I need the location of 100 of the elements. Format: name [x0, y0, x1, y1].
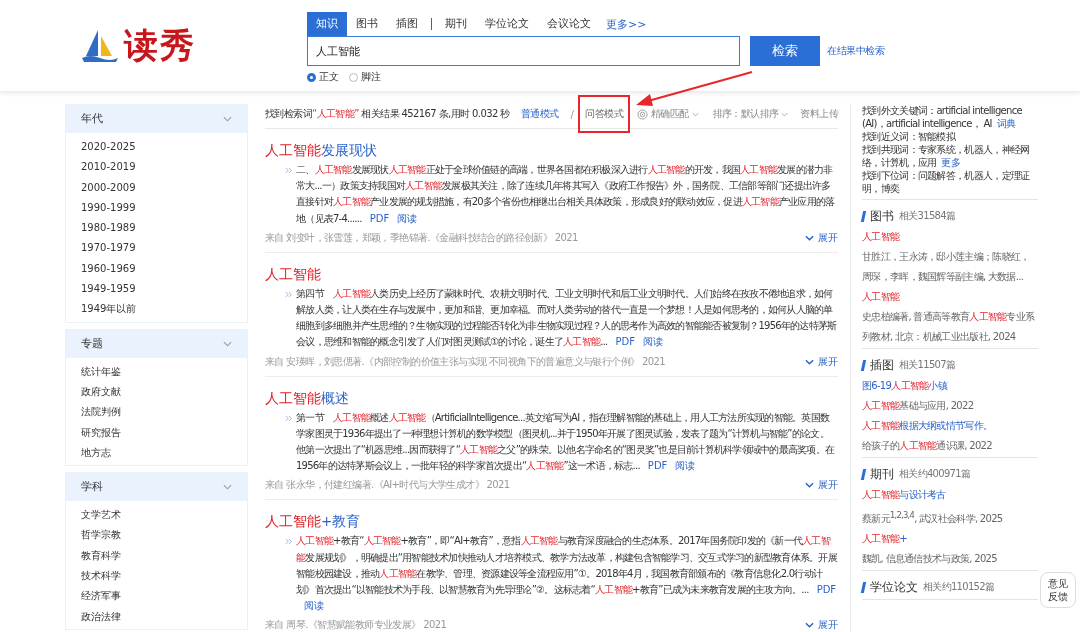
double-chevron-icon: [285, 414, 293, 422]
filter-item[interactable]: 政治法律: [81, 606, 121, 627]
result-snippet: 第四节 人工智能人类历史上经历了蒙昧时代、农耕文明时代、工业文明时代和后工业文明时代。人们始终在孜孜不倦地追求，如何解放人类，让人类在生存与发展中，更加和谐、更加幸福。而对人类劳动的替代一直是一个梦想！人是如何思考的，如何从人脑的单细胞到多细胞并产生思维的？生物实现的过程能否转化为非生物实现过程？人的思考作为高效的智能能否被复制？1956年的达特茅斯会议，思维和智能的概念引发了人们对图灵测试①的讨论，诞生了人工智能... PDF 阅读: [296, 286, 838, 350]
expand-link[interactable]: 展开: [805, 478, 838, 493]
more-link[interactable]: 更多>>: [606, 16, 647, 32]
filter-item[interactable]: 经济军事: [81, 586, 121, 607]
result-source: 来自 张永华，付建红编著.《AI+时代与大学生成才》 2021: [265, 478, 510, 493]
chevron-down-icon: [805, 482, 814, 489]
feedback-button[interactable]: 意见反馈: [1040, 572, 1076, 608]
search-tab[interactable]: 会议论文: [538, 12, 600, 36]
filter-item[interactable]: 地方志: [81, 442, 111, 464]
double-chevron-icon: [285, 167, 293, 174]
search-tab[interactable]: 插图: [387, 12, 427, 36]
entry-meta: 人工智能基础与应用, 2022: [862, 399, 975, 413]
section-title[interactable]: 学位论文: [870, 578, 918, 596]
result-source: 来自 周琴.《智慧赋能教师专业发展》 2021: [265, 618, 447, 632]
filter-title: 年代: [81, 112, 103, 126]
filter-item[interactable]: 2020-2025: [81, 137, 136, 158]
filter-item[interactable]: 教育科学: [81, 545, 121, 567]
search-tab[interactable]: 期刊: [436, 12, 476, 36]
chevron-down-icon[interactable]: [781, 111, 789, 117]
filter-item[interactable]: 法院判例: [81, 402, 121, 423]
result-link[interactable]: 阅读: [304, 600, 324, 612]
entry-title[interactable]: 人工智能: [862, 287, 1038, 307]
result-link[interactable]: 阅读: [675, 460, 696, 472]
result-link[interactable]: 阅读: [397, 212, 418, 224]
result-snippet: 第一节 人工智能概述人工智能（ArtificialIntelligence...英文缩写为AI，指在理解智能的基础上，用人工方法所实现的智能。英国数学家图灵于1936年提出了一种理想计算机的数学模型（图灵机...并于1950年开展了图灵试验，发表了题为“计算机与智能”的论文。他第一次提出了“机器思维...因而获得了“人工智能之父”的殊荣。以他名字命名的“图灵奖”也是目前计算机科学领域中的最高奖项。在1956年的达特茅斯会议上，一批年轻的科学家首次提出“人工智能”这一术语，标志... PDF 阅读: [296, 410, 836, 474]
search-tab[interactable]: 图书: [347, 12, 387, 36]
filter-item[interactable]: 1949-1959: [81, 279, 136, 300]
filter-item[interactable]: 2010-2019: [81, 157, 136, 178]
result-title[interactable]: 人工智能+教育: [265, 511, 838, 532]
result-link[interactable]: PDF: [647, 460, 668, 472]
filter-item[interactable]: 1970-1979: [81, 238, 136, 259]
result-source: 来自 刘变叶，张雪莲，郑颖，季艳锦著.《金融科技结合的路径创新》 2021: [265, 230, 578, 245]
filter-item[interactable]: 2000-2009: [81, 177, 136, 198]
chevron-down-icon[interactable]: [223, 340, 232, 347]
filter-title: 专题: [81, 336, 103, 351]
match-dropdown[interactable]: 精确匹配: [650, 107, 689, 121]
filter-header[interactable]: 专题: [66, 329, 247, 358]
result-link[interactable]: PDF: [369, 212, 390, 224]
entry-title[interactable]: 人工智能根据大纲或情节写作。: [862, 416, 1038, 436]
chevron-down-icon[interactable]: [223, 484, 232, 491]
search-tab[interactable]: 学位论文: [476, 12, 538, 36]
entry-title[interactable]: 人工智能与设计考古: [862, 485, 1038, 505]
section-marker-icon: [860, 581, 867, 593]
filter-item[interactable]: 哲学宗教: [81, 525, 121, 546]
section-title[interactable]: 图书: [870, 207, 894, 225]
target-icon: [636, 108, 648, 120]
logo-text: 读秀: [124, 25, 196, 66]
related-terms-text: 找到下位词：问题解答，机器人，定理证明，博奕: [862, 169, 1031, 195]
entry-meta: 魏凯, 信息通信技术与政策, 2025: [862, 552, 998, 567]
filter-item[interactable]: 研究报告: [81, 422, 121, 443]
chevron-down-icon[interactable]: [691, 111, 699, 117]
result-link[interactable]: 阅读: [643, 336, 663, 348]
related-terms-text: 找到近义词：智能模拟: [862, 130, 957, 143]
radio-label[interactable]: 正文: [319, 70, 339, 84]
expand-link[interactable]: 展开: [805, 618, 838, 632]
mode-link[interactable]: 普通模式: [520, 107, 559, 121]
section-title[interactable]: 期刊: [870, 465, 894, 483]
result-link[interactable]: PDF: [816, 584, 837, 596]
result-link[interactable]: PDF: [615, 336, 635, 348]
section-marker-icon: [860, 359, 867, 371]
term-link[interactable]: 更多: [941, 157, 960, 168]
search-button[interactable]: 检索: [750, 36, 820, 66]
section-marker-icon: [860, 468, 867, 480]
entry-title[interactable]: 人工智能: [862, 227, 1038, 247]
filter-item[interactable]: 1949年以前: [81, 299, 137, 320]
filter-item[interactable]: 1960-1969: [81, 258, 136, 280]
search-tab[interactable]: 知识: [307, 12, 347, 36]
mode-link[interactable]: 问答模式: [578, 95, 630, 133]
expand-link[interactable]: 展开: [805, 354, 838, 369]
search-field[interactable]: 人工智能: [307, 36, 740, 66]
filter-item[interactable]: 1980-1989: [81, 218, 136, 239]
filter-item[interactable]: 文学艺术: [81, 505, 121, 526]
result-title[interactable]: 人工智能发展现状: [265, 140, 838, 160]
result-title[interactable]: 人工智能概述: [265, 387, 838, 408]
entry-meta: 史忠植编著, 普通高等教育人工智能专业系列教材, 北京：机械工业出版社, 2024: [862, 310, 1036, 344]
entry-meta: 给孩子的人工智能通识课, 2022: [862, 439, 993, 453]
chevron-down-icon[interactable]: [223, 116, 232, 122]
term-link[interactable]: 词典: [996, 118, 1016, 129]
section-title[interactable]: 插图: [870, 356, 894, 374]
refine-search-link[interactable]: 在结果中检索: [827, 44, 884, 58]
filter-item[interactable]: 1990-1999: [81, 197, 136, 219]
expand-link[interactable]: 展开: [805, 230, 838, 245]
result-snippet: 人工智能+教育“人工智能+教育”，即“AI+教育”，意指人工智能与教育深度融合的生态体系。2017年国务院印发的《新一代人工智能发展规划》，明确提出“用智能技术加快推动人才培养模式、教学方法改革，构建包含智能学习、交互式学习的新型教育体系。开展智能校园建设，推动人工智能在教学、管理、资源建设等全流程应用”①。2018年4月，我国教育部颁布的《教育信息化2.0行动计划》首次提出“以智能技术为手段、以智慧教育为先导理论”②。这标志着“人工智能+教育”已成为未来教育发展的主攻方向。... PDF 阅读: [296, 534, 838, 614]
entry-title[interactable]: 人工智能+: [862, 529, 1038, 550]
section-marker-icon: [860, 210, 867, 222]
filter-item[interactable]: 统计年鉴: [81, 361, 121, 382]
entry-title[interactable]: 图6-19人工智能小镇: [862, 376, 1038, 396]
result-title[interactable]: 人工智能: [265, 263, 838, 284]
filter-header[interactable]: 年代: [66, 105, 247, 133]
chevron-down-icon: [805, 358, 814, 365]
filter-item[interactable]: 技术科学: [81, 566, 121, 587]
sort-dropdown[interactable]: 排序：默认排序: [712, 107, 779, 121]
upload-link[interactable]: 资料上传: [800, 107, 838, 121]
radio-label[interactable]: 脚注: [361, 70, 381, 84]
filter-item[interactable]: 政府文献: [81, 381, 121, 403]
related-terms-text: 找到外文关键词：artificial intelligence (AI)，artificial intelligence， AI 词典: [862, 104, 1023, 130]
filter-header[interactable]: 学科: [66, 473, 247, 502]
radio-button[interactable]: [307, 72, 316, 82]
